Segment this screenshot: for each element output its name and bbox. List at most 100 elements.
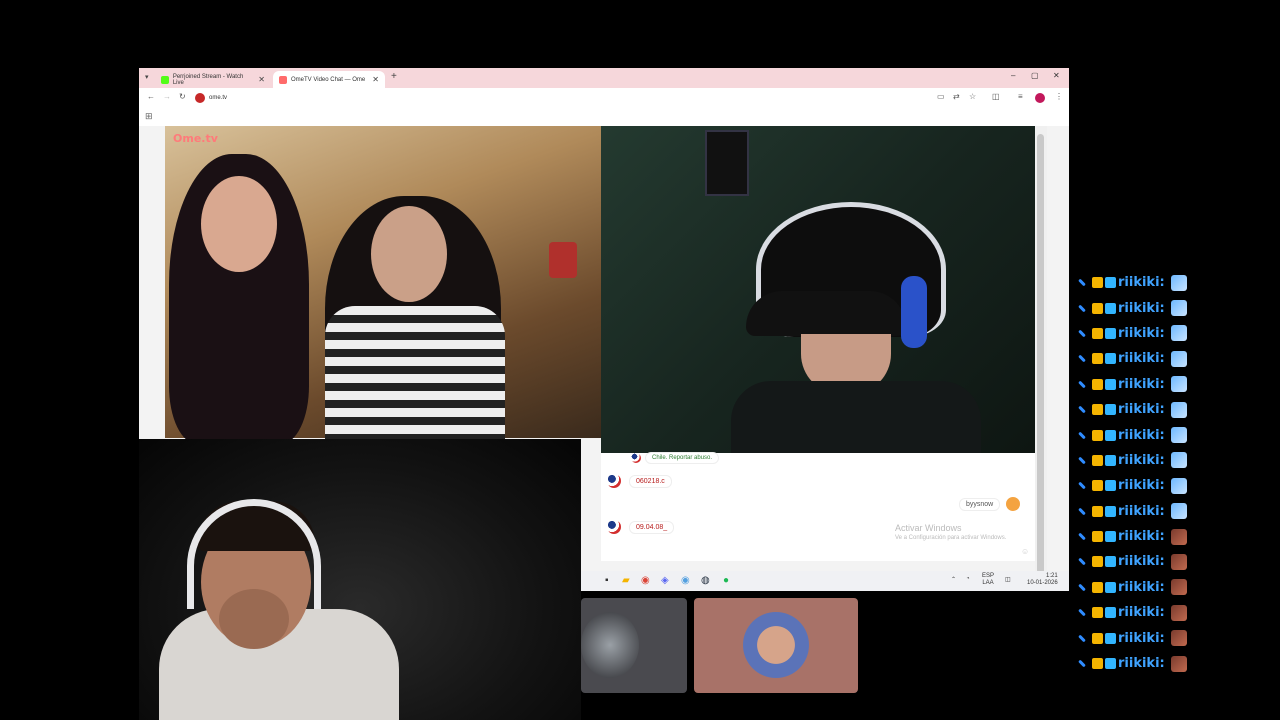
emote-icon [1170, 553, 1187, 570]
crown-badge-icon [1092, 556, 1103, 568]
crown-badge-icon [1092, 505, 1103, 517]
bookmark-star-icon[interactable]: ☆ [969, 92, 976, 101]
file-explorer-icon[interactable]: ▰ [622, 575, 630, 586]
chat-username[interactable]: riikiki: [1118, 656, 1165, 671]
chat-line: riikiki: [1078, 549, 1278, 574]
chat-username[interactable]: riikiki: [1118, 326, 1165, 341]
sword-badge-icon [1078, 329, 1086, 338]
emoji-icon[interactable]: ☺ [1021, 547, 1029, 556]
sword-badge-icon [1078, 659, 1086, 668]
chile-flag-icon [607, 474, 621, 488]
chat-line: riikiki: [1078, 321, 1278, 346]
crown-badge-icon [1092, 277, 1103, 289]
chat-line: riikiki: [1078, 575, 1278, 600]
profile-avatar[interactable] [1035, 93, 1045, 103]
subscriber-badge-icon [1105, 581, 1116, 593]
chat-line: riikiki: [1078, 270, 1278, 295]
tray-app-icon[interactable]: ◔ [966, 576, 970, 582]
tab-search-icon[interactable]: ▾ [145, 73, 149, 81]
chat-username[interactable]: riikiki: [1118, 351, 1165, 366]
site-info-icon[interactable] [195, 93, 205, 103]
subscriber-badge-icon [1105, 556, 1116, 568]
chat-username[interactable]: riikiki: [1118, 377, 1165, 392]
extensions-icon[interactable]: ◫ [992, 92, 1000, 101]
bookmarks-bar: ⊞ [139, 108, 1069, 126]
face-left [201, 176, 277, 272]
chat-line: riikiki: [1078, 397, 1278, 422]
clock[interactable]: 1:21 10-01-2026 [1027, 573, 1058, 587]
chat-username[interactable]: riikiki: [1118, 504, 1165, 519]
chat-line: riikiki: [1078, 499, 1278, 524]
streamer-webcam [139, 439, 581, 720]
subscriber-badge-icon [1105, 454, 1116, 466]
subscriber-badge-icon [1105, 480, 1116, 492]
chat-message-2: byysnow [959, 497, 1021, 511]
discord-icon[interactable]: ◈ [661, 575, 669, 586]
scrollbar-thumb[interactable] [1037, 134, 1044, 574]
chat-username[interactable]: riikiki: [1118, 478, 1165, 493]
chat-username[interactable]: riikiki: [1118, 631, 1165, 646]
stream-chat: riikiki: riikiki: riikiki: riikiki: riikiki:… [1078, 270, 1278, 676]
task-view-icon[interactable]: ▪ [605, 575, 609, 586]
chile-flag-icon [631, 453, 641, 463]
sword-badge-icon [1078, 507, 1086, 516]
chat-username[interactable]: riikiki: [1118, 554, 1165, 569]
media-icon[interactable]: ≡ [1018, 92, 1023, 101]
chat-username[interactable]: riikiki: [1118, 453, 1165, 468]
shelf-decoration [549, 242, 577, 278]
sword-badge-icon [1078, 634, 1086, 643]
close-window-button[interactable]: ✕ [1053, 71, 1060, 80]
new-tab-button[interactable]: + [391, 71, 397, 82]
menu-icon[interactable]: ⋮ [1055, 92, 1063, 101]
crown-badge-icon [1092, 353, 1103, 365]
chrome-icon[interactable]: ◉ [641, 575, 650, 586]
page-scrollbar[interactable] [1035, 126, 1047, 574]
activate-windows-subtitle: Ve a Configuración para activar Windows. [895, 535, 1007, 541]
striped-shirt [325, 306, 505, 441]
reload-button[interactable]: ↻ [179, 92, 186, 101]
chat-username[interactable]: riikiki: [1118, 529, 1165, 544]
chat-username[interactable]: riikiki: [1118, 301, 1165, 316]
chat-username[interactable]: riikiki: [1118, 275, 1165, 290]
crown-badge-icon [1092, 632, 1103, 644]
spotify-icon[interactable]: ● [723, 575, 729, 586]
apps-grid-icon[interactable]: ⊞ [145, 111, 153, 122]
subscriber-badge-icon [1105, 658, 1116, 670]
chat-username[interactable]: riikiki: [1118, 580, 1165, 595]
app-icon[interactable]: ◉ [681, 575, 690, 586]
forward-button[interactable]: → [163, 92, 171, 101]
close-tab-icon[interactable]: ✕ [372, 75, 379, 84]
emote-icon [1170, 477, 1187, 494]
toolbar: ← → ↻ ome.tv ▭ ⇄ ☆ ◫ ≡ ⋮ [139, 88, 1069, 108]
face-right [371, 206, 447, 302]
crown-badge-icon [1092, 658, 1103, 670]
subscriber-badge-icon [1105, 404, 1116, 416]
language-indicator[interactable]: ESP LAA [982, 573, 994, 587]
chat-username[interactable]: riikiki: [1118, 428, 1165, 443]
steam-icon[interactable]: ◍ [701, 575, 710, 586]
emote-icon [1170, 528, 1187, 545]
close-tab-icon[interactable]: ✕ [258, 75, 265, 84]
report-link[interactable]: Chile. Reportar abuso. [645, 452, 720, 464]
cast-icon[interactable]: ▭ [937, 92, 945, 101]
streamer-hand [219, 589, 289, 649]
clock-time: 1:21 [1046, 573, 1058, 579]
tab-stream[interactable]: Perrjoined Stream - Watch Live ✕ [155, 71, 271, 88]
back-button[interactable]: ← [147, 92, 155, 101]
participant-card-2[interactable] [694, 598, 858, 693]
minimize-button[interactable]: – [1011, 71, 1015, 80]
network-volume-icon[interactable]: ◫ [1005, 576, 1011, 583]
chat-line: riikiki: [1078, 600, 1278, 625]
chat-line: riikiki: [1078, 651, 1278, 676]
subscriber-badge-icon [1105, 302, 1116, 314]
address-bar[interactable]: ome.tv [195, 91, 925, 105]
tray-chevron-icon[interactable]: ⌃ [951, 576, 956, 583]
maximize-button[interactable]: ▢ [1031, 71, 1039, 80]
chat-username[interactable]: riikiki: [1118, 402, 1165, 417]
participant-card-1[interactable] [581, 598, 687, 693]
translate-icon[interactable]: ⇄ [953, 92, 960, 101]
tab-ometv[interactable]: OmeTV Video Chat — Ome ✕ [273, 71, 385, 88]
chat-panel: Chile. Reportar abuso. 060218.c byysnow … [601, 452, 1035, 561]
lang-layout: LAA [982, 580, 994, 586]
chat-username[interactable]: riikiki: [1118, 605, 1165, 620]
